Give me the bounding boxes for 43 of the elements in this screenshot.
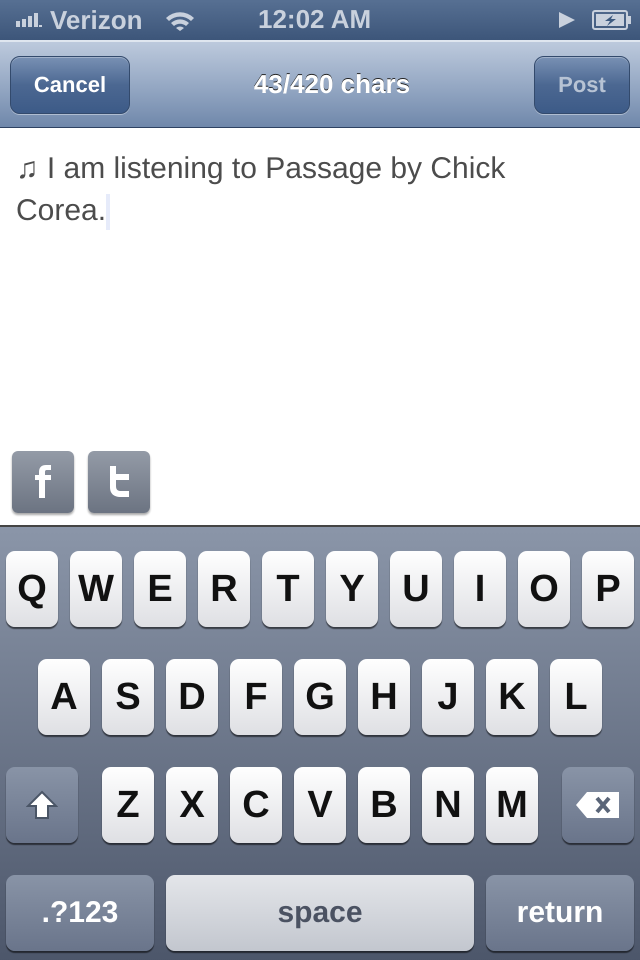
delete-key[interactable]: [562, 767, 634, 843]
letter-key[interactable]: H: [358, 659, 410, 735]
shift-arrow-icon: [26, 790, 58, 820]
signal-icon: [16, 13, 42, 27]
clock-time: 12:02 AM: [258, 4, 372, 35]
letter-key[interactable]: P: [582, 551, 634, 627]
letter-key[interactable]: C: [230, 767, 282, 843]
letter-key[interactable]: L: [550, 659, 602, 735]
letter-key[interactable]: J: [422, 659, 474, 735]
letter-key[interactable]: O: [518, 551, 570, 627]
letter-key[interactable]: N: [422, 767, 474, 843]
letter-key[interactable]: X: [166, 767, 218, 843]
letter-key[interactable]: W: [70, 551, 122, 627]
number-mode-key[interactable]: .?123: [6, 875, 154, 951]
letter-key[interactable]: T: [262, 551, 314, 627]
backspace-icon: [575, 790, 621, 820]
letter-key[interactable]: S: [102, 659, 154, 735]
letter-key[interactable]: I: [454, 551, 506, 627]
letter-key[interactable]: A: [38, 659, 90, 735]
return-key[interactable]: return: [486, 875, 634, 951]
letter-key[interactable]: E: [134, 551, 186, 627]
letter-key[interactable]: G: [294, 659, 346, 735]
cancel-button[interactable]: Cancel: [10, 56, 130, 114]
share-toggle[interactable]: [88, 451, 150, 513]
letter-key[interactable]: M: [486, 767, 538, 843]
battery-charging-icon: [592, 10, 632, 30]
play-icon: [558, 11, 576, 29]
share-toggle[interactable]: [12, 451, 74, 513]
letter-key[interactable]: U: [390, 551, 442, 627]
letter-key[interactable]: Y: [326, 551, 378, 627]
message-field[interactable]: ♫ I am listening to Passage by Chick Corea.: [0, 128, 572, 252]
letter-key[interactable]: V: [294, 767, 346, 843]
letter-key[interactable]: K: [486, 659, 538, 735]
letter-key[interactable]: F: [230, 659, 282, 735]
letter-key[interactable]: Z: [102, 767, 154, 843]
shift-key[interactable]: [6, 767, 78, 843]
letter-key[interactable]: B: [358, 767, 410, 843]
letter-key[interactable]: D: [166, 659, 218, 735]
letter-key[interactable]: Q: [6, 551, 58, 627]
space-key[interactable]: space: [166, 875, 474, 951]
carrier-name: Verizon: [50, 4, 142, 36]
character-count: 43/420 chars: [254, 69, 410, 100]
letter-key[interactable]: R: [198, 551, 250, 627]
